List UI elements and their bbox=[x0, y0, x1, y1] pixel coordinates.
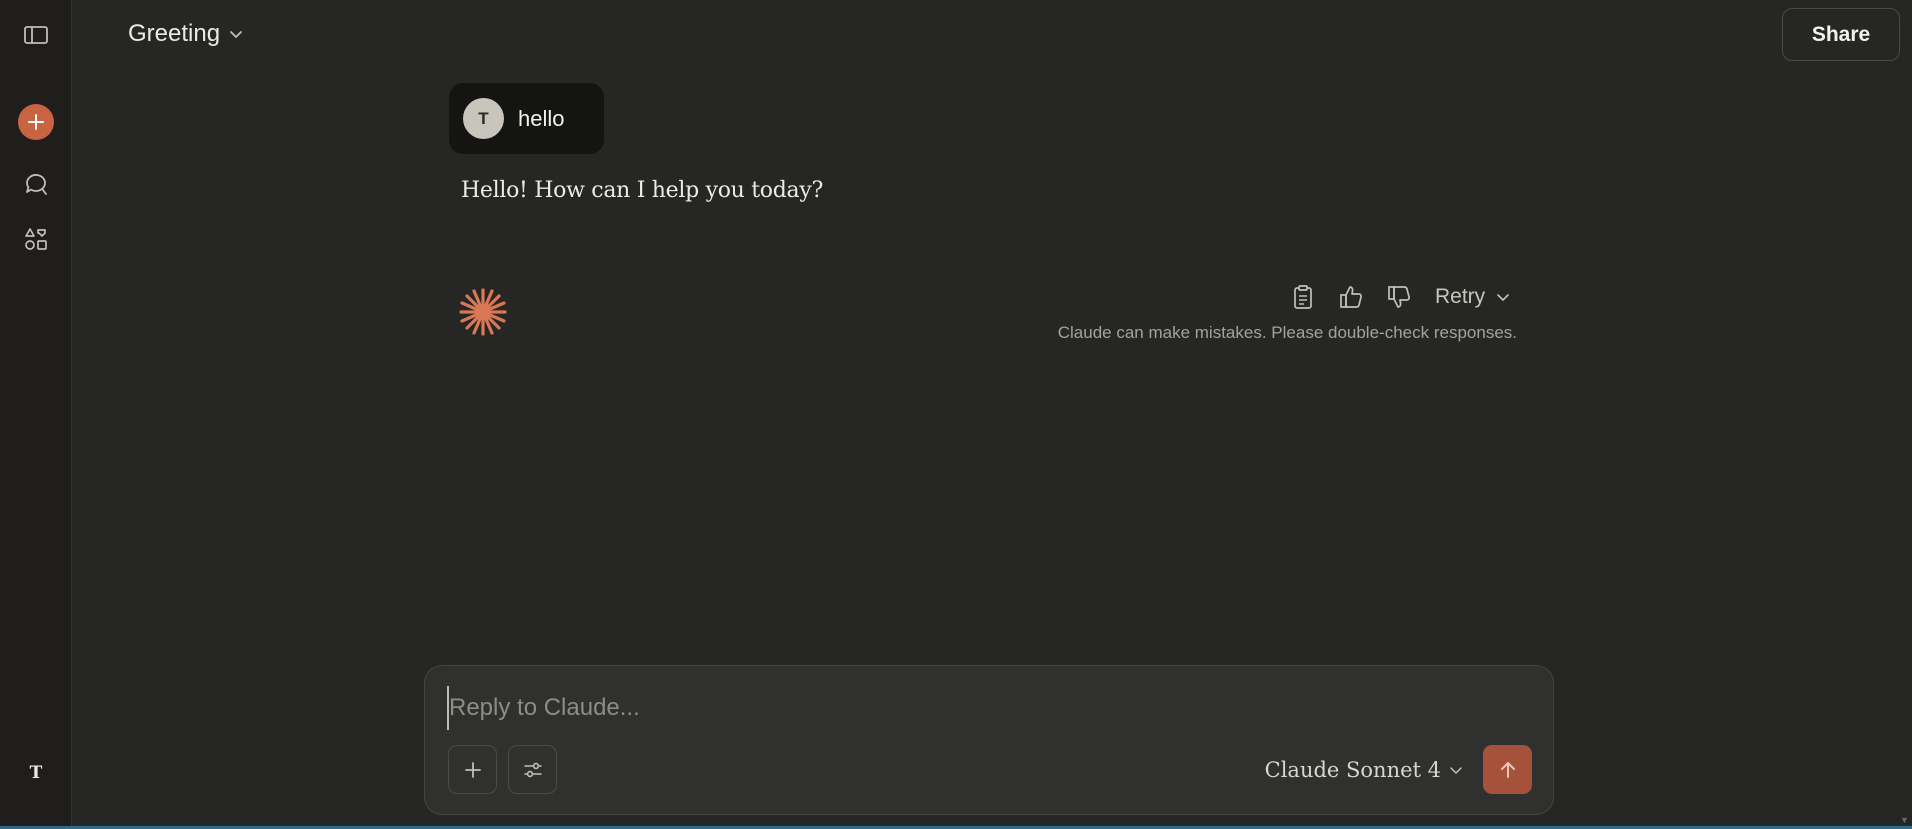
composer: Claude Sonnet 4 bbox=[424, 665, 1554, 815]
sliders-icon bbox=[523, 762, 542, 777]
chevron-down-icon bbox=[1450, 767, 1462, 774]
new-chat-icon bbox=[18, 104, 54, 140]
share-button[interactable]: Share bbox=[1782, 8, 1900, 61]
thumbs-down-button[interactable] bbox=[1375, 279, 1423, 315]
model-selector[interactable]: Claude Sonnet 4 bbox=[1265, 748, 1463, 792]
conversation-title: Greeting bbox=[128, 20, 221, 47]
message-actions: Retry bbox=[1279, 279, 1511, 315]
clipboard-icon bbox=[1294, 285, 1312, 309]
chats-icon bbox=[26, 174, 47, 195]
reply-input[interactable] bbox=[447, 686, 1527, 730]
sidebar-toggle-icon bbox=[24, 26, 48, 44]
model-name: Claude Sonnet 4 bbox=[1264, 758, 1441, 782]
artifacts-button[interactable] bbox=[16, 219, 56, 259]
chats-button[interactable] bbox=[16, 164, 56, 204]
thumbs-up-button[interactable] bbox=[1327, 279, 1375, 315]
retry-button[interactable]: Retry bbox=[1435, 285, 1511, 309]
disclaimer-text: Claude can make mistakes. Please double-… bbox=[1057, 323, 1517, 342]
chevron-down-icon bbox=[230, 31, 242, 38]
user-message-text: hello bbox=[518, 105, 565, 131]
user-menu-button[interactable]: T bbox=[16, 753, 56, 793]
tools-options-button[interactable] bbox=[508, 745, 557, 794]
copy-button[interactable] bbox=[1279, 279, 1327, 315]
sidebar: T bbox=[0, 0, 72, 829]
assistant-message-text: Hello! How can I help you today? bbox=[461, 178, 823, 203]
send-button[interactable] bbox=[1483, 745, 1532, 794]
thumbs-up-icon bbox=[1340, 286, 1362, 308]
plus-icon bbox=[464, 761, 481, 778]
avatar: T bbox=[463, 98, 504, 139]
artifacts-icon bbox=[25, 228, 47, 250]
thumbs-down-icon bbox=[1388, 286, 1410, 308]
new-chat-button[interactable] bbox=[16, 102, 56, 142]
claude-logo-icon bbox=[459, 288, 507, 336]
scroll-down-icon[interactable]: ▼ bbox=[1900, 815, 1910, 825]
user-message: T hello bbox=[449, 83, 604, 154]
sidebar-toggle-button[interactable] bbox=[16, 15, 56, 55]
add-attachment-button[interactable] bbox=[448, 745, 497, 794]
arrow-up-icon bbox=[1500, 761, 1515, 778]
chevron-down-icon bbox=[1497, 294, 1509, 301]
retry-label: Retry bbox=[1435, 285, 1486, 308]
app-window: T Greeting Share T hello Hello! How can … bbox=[0, 0, 1912, 829]
conversation-title-button[interactable]: Greeting bbox=[118, 14, 254, 54]
user-initial: T bbox=[29, 763, 43, 783]
